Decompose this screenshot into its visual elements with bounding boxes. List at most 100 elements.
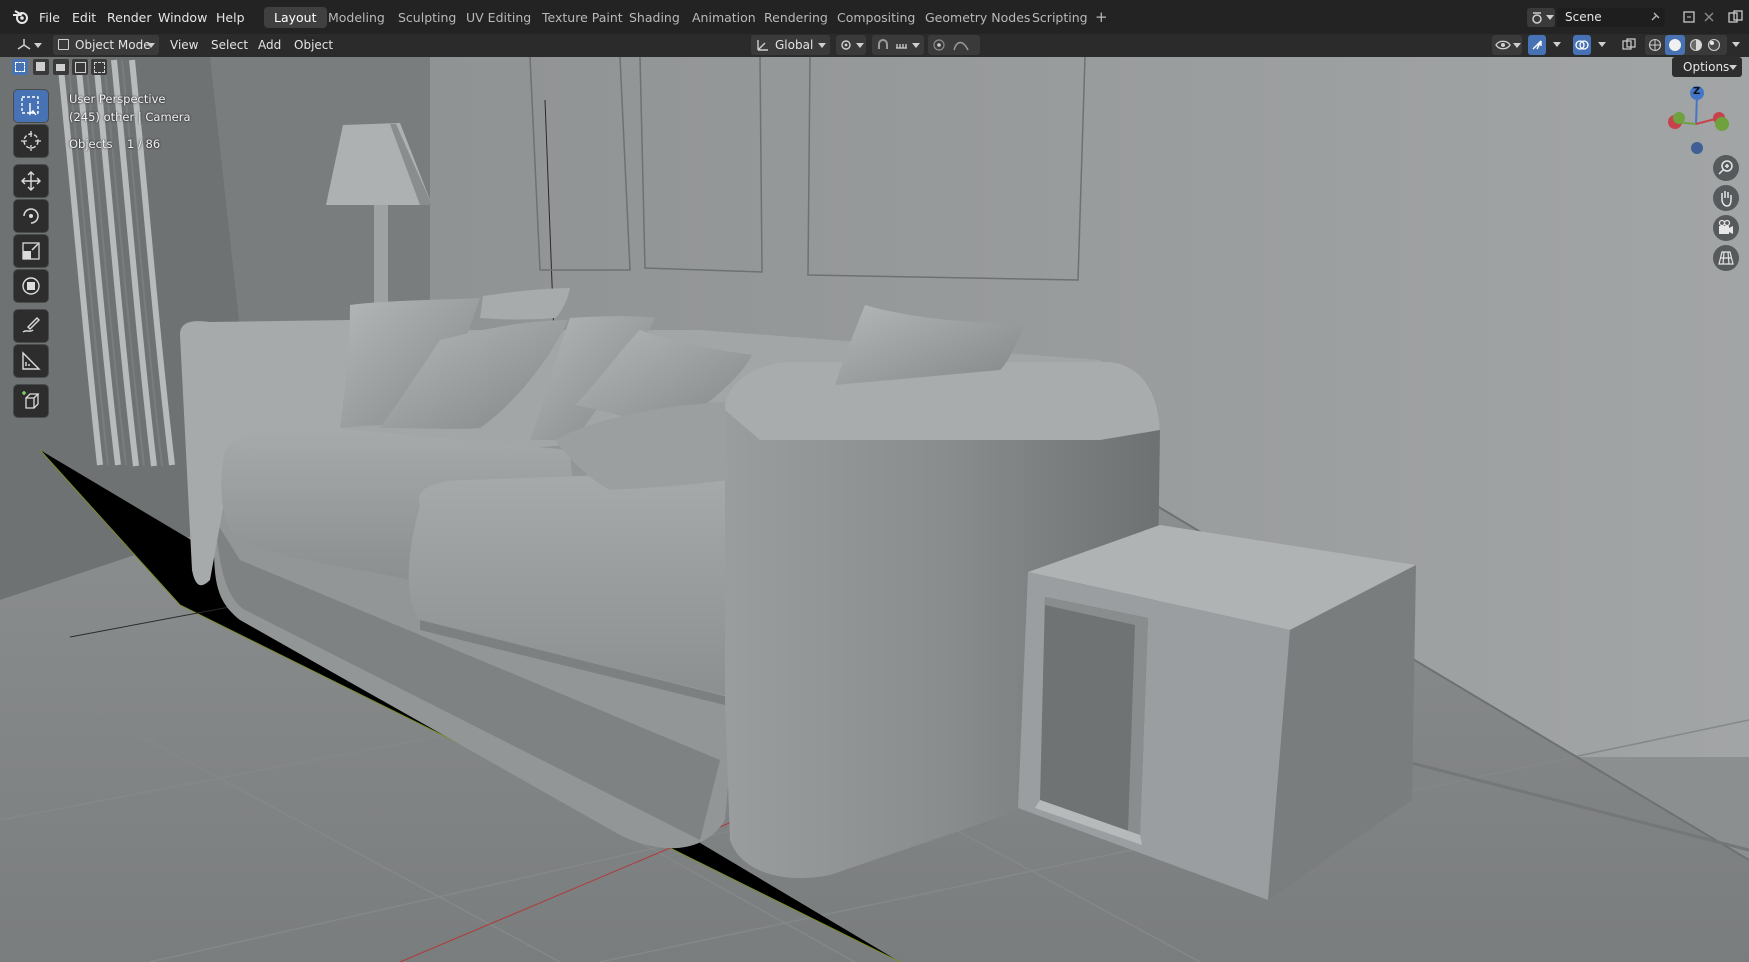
overlays-icon	[1575, 40, 1589, 50]
tab-animation[interactable]: Animation	[692, 10, 756, 25]
tab-uv-editing[interactable]: UV Editing	[466, 10, 531, 25]
context-label: (245) other | Camera	[69, 110, 191, 124]
wireframe-shading-icon	[1648, 38, 1662, 52]
material-shading-icon	[1689, 38, 1703, 52]
mode-icon	[58, 39, 69, 50]
move-icon	[21, 171, 41, 191]
scene-type-button[interactable]	[1527, 8, 1555, 27]
3d-viewport[interactable]: User Perspective (245) other | Camera Ob…	[0, 57, 1749, 962]
options-button[interactable]: Options	[1672, 57, 1742, 77]
zoom-icon	[1718, 160, 1733, 175]
chevron-down-icon	[1729, 65, 1737, 70]
overlays-toggle-button[interactable]	[1573, 35, 1591, 55]
view-layer-icon[interactable]	[1728, 10, 1744, 24]
scene-render	[0, 57, 1749, 962]
menu-object[interactable]: Object	[294, 35, 333, 55]
proportional-editing-group[interactable]	[928, 35, 980, 55]
pivot-point-button[interactable]	[836, 35, 866, 55]
tool-move[interactable]	[14, 165, 48, 197]
falloff-curve-icon	[953, 41, 969, 51]
menu-view[interactable]: View	[170, 35, 198, 55]
chevron-down-icon	[147, 43, 155, 48]
menu-add[interactable]: Add	[258, 35, 281, 55]
chevron-down-icon[interactable]	[1553, 42, 1561, 47]
menu-edit[interactable]: Edit	[72, 10, 96, 25]
tab-compositing[interactable]: Compositing	[837, 10, 915, 25]
ortho-toggle-button[interactable]	[1713, 245, 1739, 271]
tool-cursor[interactable]	[14, 125, 48, 157]
eye-icon	[1495, 40, 1511, 50]
ortho-grid-icon	[1718, 251, 1734, 265]
axis-z-label: Z	[1693, 86, 1701, 97]
top-bar: File Edit Render Window Help Layout Mode…	[0, 0, 1749, 34]
select-subtract-icon[interactable]	[53, 59, 69, 75]
tab-layout[interactable]: Layout	[264, 7, 327, 28]
select-new-icon[interactable]	[12, 59, 28, 75]
mode-dropdown[interactable]: Object Mode	[53, 35, 159, 55]
pan-button[interactable]	[1713, 185, 1739, 211]
transform-icon	[22, 277, 40, 295]
menu-file[interactable]: File	[39, 10, 60, 25]
measure-icon	[22, 351, 41, 370]
tool-transform[interactable]	[14, 270, 48, 302]
rotate-icon	[23, 208, 39, 224]
tab-texture-paint[interactable]: Texture Paint	[542, 10, 623, 25]
select-intersect-icon[interactable]	[91, 59, 107, 75]
camera-view-icon	[1718, 219, 1733, 234]
select-difference-icon[interactable]	[72, 59, 88, 75]
add-cube-icon	[22, 391, 40, 409]
editor-type-button[interactable]	[15, 35, 45, 55]
menu-window[interactable]: Window	[158, 10, 207, 25]
tab-rendering[interactable]: Rendering	[764, 10, 828, 25]
visibility-button[interactable]	[1492, 35, 1522, 55]
tool-annotate[interactable]	[14, 310, 48, 342]
tab-modeling[interactable]: Modeling	[328, 10, 385, 25]
tab-scripting[interactable]: Scripting	[1032, 10, 1088, 25]
options-label: Options	[1683, 60, 1730, 74]
zoom-button[interactable]	[1713, 155, 1739, 181]
scene-field[interactable]: Scene	[1557, 8, 1665, 27]
perspective-label: User Perspective	[69, 92, 166, 106]
menu-select[interactable]: Select	[211, 35, 248, 55]
blender-logo-icon[interactable]	[12, 9, 30, 25]
chevron-down-icon	[818, 43, 826, 48]
tab-shading[interactable]: Shading	[629, 10, 680, 25]
chevron-down-icon[interactable]	[1598, 42, 1606, 47]
orientation-label: Global	[775, 38, 814, 52]
annotate-icon	[22, 317, 40, 333]
tool-measure[interactable]	[14, 345, 48, 377]
tab-sculpting[interactable]: Sculpting	[398, 10, 456, 25]
gizmo-toggle-button[interactable]	[1528, 35, 1546, 55]
selection-mode-group[interactable]	[12, 57, 108, 75]
gizmo-icon	[1532, 40, 1542, 50]
close-icon[interactable]	[1703, 11, 1715, 23]
menu-render[interactable]: Render	[107, 10, 152, 25]
xray-icon	[1622, 38, 1636, 50]
new-scene-icon[interactable]	[1682, 10, 1696, 24]
editor-type-icon	[17, 39, 31, 50]
xray-toggle-button[interactable]	[1620, 35, 1638, 55]
cursor-icon	[21, 131, 41, 151]
objects-label: Objects	[69, 137, 113, 151]
chevron-down-icon[interactable]	[1732, 42, 1740, 47]
tool-select-box[interactable]	[14, 90, 48, 122]
tab-geometry-nodes[interactable]: Geometry Nodes	[925, 10, 1030, 25]
tool-scale[interactable]	[14, 235, 48, 267]
pin-icon[interactable]	[1649, 11, 1661, 23]
add-workspace-button[interactable]: +	[1095, 8, 1108, 26]
chevron-down-icon	[1546, 15, 1554, 20]
shading-modes-group[interactable]	[1645, 35, 1727, 55]
select-extend-icon[interactable]	[33, 59, 49, 75]
orientation-dropdown[interactable]: Global	[751, 35, 830, 55]
pan-hand-icon	[1721, 191, 1732, 207]
snap-group[interactable]	[872, 35, 924, 55]
camera-view-button[interactable]	[1713, 215, 1739, 241]
tool-rotate[interactable]	[14, 200, 48, 232]
snap-increment-icon	[896, 44, 907, 49]
tool-add-cube[interactable]	[14, 385, 48, 417]
scene-name: Scene	[1565, 10, 1602, 24]
rendered-shading-icon	[1707, 38, 1721, 52]
chevron-down-icon	[1513, 43, 1521, 48]
menu-help[interactable]: Help	[216, 10, 245, 25]
snap-magnet-icon	[878, 39, 888, 49]
